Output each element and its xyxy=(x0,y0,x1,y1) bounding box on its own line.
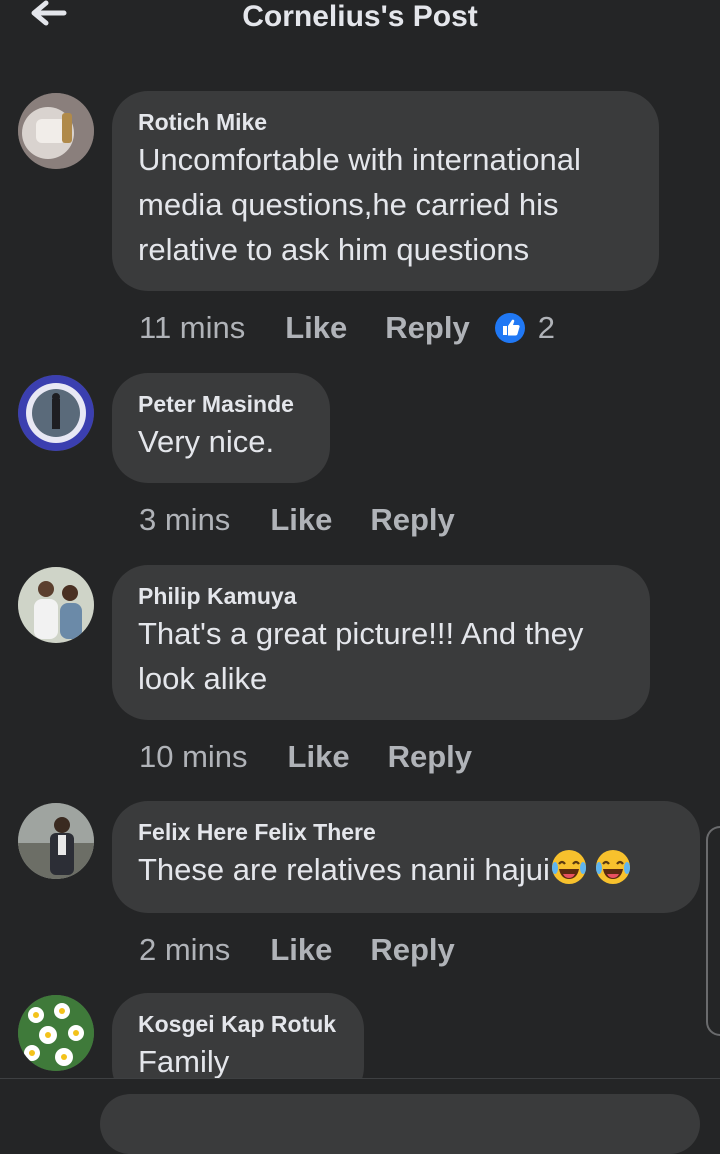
scrollbar-handle[interactable] xyxy=(706,826,720,1036)
divider xyxy=(0,1078,720,1079)
comment-composer-input[interactable] xyxy=(100,1094,700,1154)
comment-text: Family xyxy=(138,1044,230,1078)
comment-item: Kosgei Kap Rotuk Family xyxy=(0,0,720,1078)
comment-author[interactable]: Kosgei Kap Rotuk xyxy=(138,1009,338,1039)
avatar[interactable] xyxy=(18,995,94,1071)
comment-bubble[interactable]: Kosgei Kap Rotuk Family xyxy=(112,993,364,1078)
